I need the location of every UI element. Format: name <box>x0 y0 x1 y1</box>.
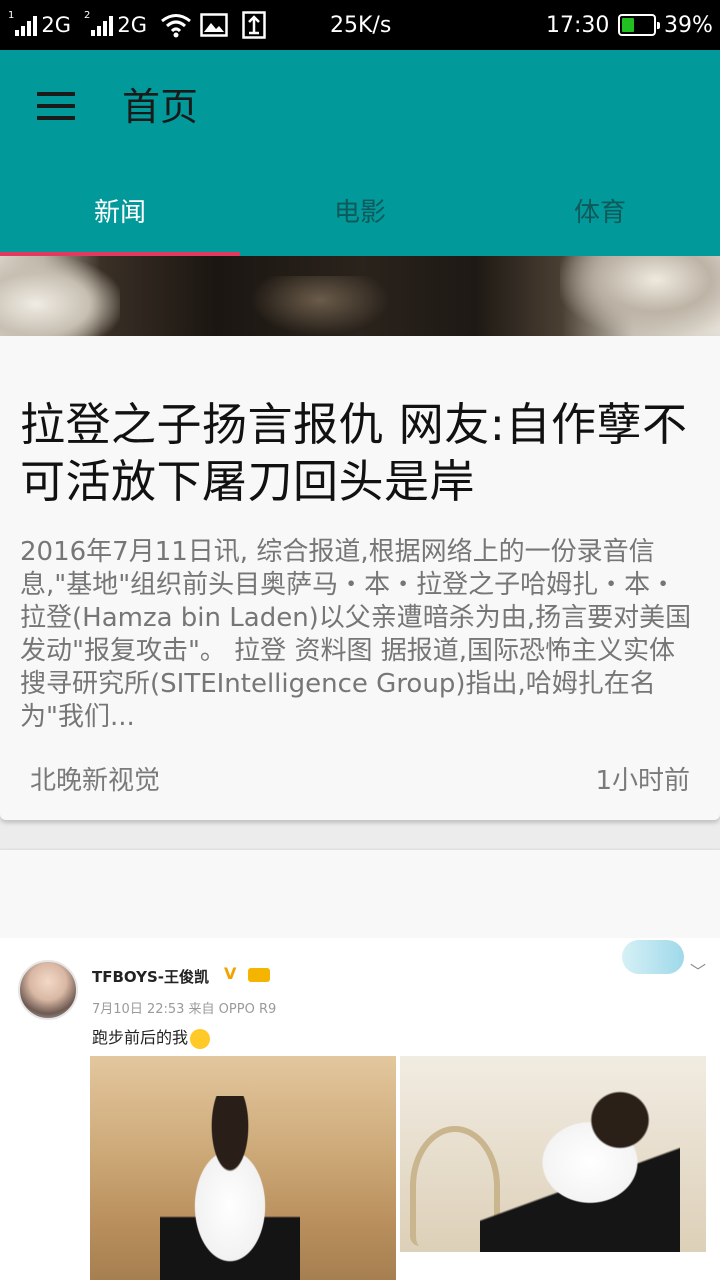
page-title: 首页 <box>122 85 199 129</box>
signal-icon: 2 2G <box>84 0 147 50</box>
laugh-emoji-icon <box>190 1028 211 1049</box>
signal-icon: 1 2G <box>8 0 71 50</box>
sticker-image <box>622 940 684 974</box>
net-speed: 25K/s <box>330 12 392 38</box>
weibo-username: TFBOYS-王俊凯 <box>92 968 210 986</box>
status-bar: 1 2G 2 2G 25K/s 17:30 39% <box>0 0 720 50</box>
photo-left <box>90 1056 396 1280</box>
article-summary: 2016年7月11日讯, 综合报道,根据网络上的一份录音信息,"基地"组织前头目… <box>20 537 692 732</box>
sim2-network-label: 2G <box>117 13 148 37</box>
crown-icon <box>248 968 270 982</box>
upload-icon <box>242 0 266 50</box>
battery-percent: 39% <box>664 12 713 38</box>
clock: 17:30 <box>546 12 610 38</box>
article-card[interactable]: ﹀ TFBOYS-王俊凯 V 7月10日 22:53 来自 OPPO R9 跑步… <box>0 850 720 1280</box>
tab-sports[interactable]: 体育 <box>480 168 720 252</box>
article-card[interactable]: 拉登之子扬言报仇 网友:自作孽不可活放下屠刀回头是岸 2016年7月11日讯, … <box>0 336 720 820</box>
avatar <box>18 960 78 1020</box>
sim1-index: 1 <box>8 10 15 21</box>
previous-article-image[interactable] <box>0 256 720 336</box>
verified-icon: V <box>224 964 237 983</box>
battery-icon <box>618 0 660 50</box>
article-title: 拉登之子扬言报仇 网友:自作孽不可活放下屠刀回头是岸 <box>20 398 688 508</box>
tab-news[interactable]: 新闻 <box>0 168 240 252</box>
app-bar: 首页 新闻 电影 体育 <box>0 50 720 256</box>
weibo-text-content: 跑步前后的我 <box>92 1028 189 1047</box>
menu-icon[interactable] <box>28 84 84 128</box>
weibo-meta: 7月10日 22:53 来自 OPPO R9 <box>92 1002 277 1017</box>
weibo-text: 跑步前后的我 <box>92 1024 211 1049</box>
sim1-network-label: 2G <box>41 13 72 37</box>
article-image[interactable]: ﹀ TFBOYS-王俊凯 V 7月10日 22:53 来自 OPPO R9 跑步… <box>0 938 720 1280</box>
tab-movies[interactable]: 电影 <box>240 168 480 252</box>
wifi-icon <box>160 0 192 50</box>
article-source: 北晚新视觉 <box>30 766 161 796</box>
chevron-down-icon: ﹀ <box>689 962 706 981</box>
tab-bar: 新闻 电影 体育 <box>0 168 720 256</box>
sim2-index: 2 <box>84 10 91 21</box>
photo-right <box>400 1056 706 1252</box>
article-time: 1小时前 <box>595 766 690 796</box>
image-icon <box>200 0 228 50</box>
news-feed[interactable]: 拉登之子扬言报仇 网友:自作孽不可活放下屠刀回头是岸 2016年7月11日讯, … <box>0 256 720 1280</box>
